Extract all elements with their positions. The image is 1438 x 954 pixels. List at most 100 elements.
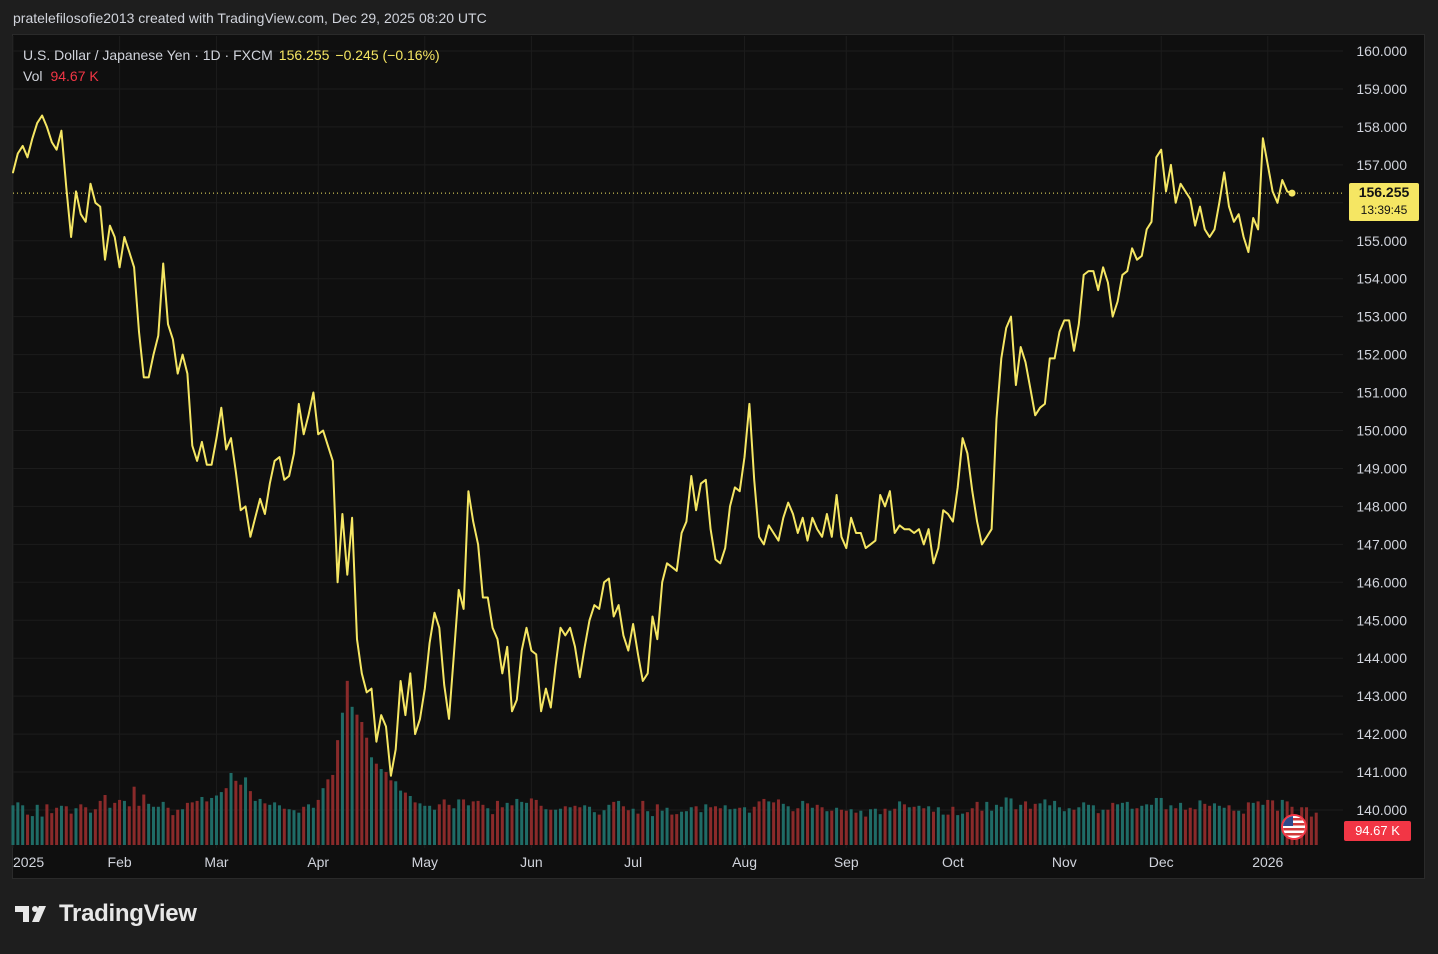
volume-bar — [985, 801, 989, 845]
y-tick-label: 160.000 — [1356, 43, 1407, 59]
volume-bar — [369, 757, 374, 845]
volume-bar — [1266, 799, 1270, 845]
volume-bar — [738, 807, 742, 845]
volume-bar — [1154, 797, 1158, 845]
volume-bar — [423, 805, 427, 845]
volume-bar — [93, 809, 97, 845]
volume-bar — [481, 804, 485, 845]
volume-bar — [936, 807, 940, 845]
volume-bar — [1169, 805, 1173, 845]
volume-bar — [718, 808, 722, 845]
y-tick-label: 158.000 — [1356, 119, 1407, 135]
volume-bar — [931, 811, 936, 845]
volume-bar — [713, 806, 717, 845]
volume-bar — [263, 803, 267, 845]
volume-bar — [1193, 809, 1197, 845]
volume-bar — [1145, 804, 1149, 845]
volume-bar — [74, 808, 78, 845]
volume-bar — [1246, 802, 1250, 845]
volume-bar — [302, 806, 306, 845]
volume-bar — [500, 807, 504, 845]
volume-bar — [1242, 813, 1246, 845]
volume-label[interactable]: Vol — [23, 68, 42, 84]
volume-bar — [626, 810, 630, 845]
volume-bar — [161, 801, 165, 845]
y-tick-label: 150.000 — [1356, 423, 1407, 439]
volume-bar — [176, 809, 180, 845]
volume-bar — [132, 786, 136, 845]
volume-bar — [990, 810, 994, 845]
price-chart[interactable]: 140.000 141.000 142.000 143.000 144.000 145.0… — [0, 0, 1438, 954]
volume-bar — [340, 712, 344, 845]
volume-bar — [873, 808, 877, 845]
volume-bar — [1053, 800, 1057, 845]
volume-bar — [219, 792, 223, 845]
x-tick-label: Jun — [520, 854, 543, 870]
us-flag-icon[interactable] — [1281, 814, 1307, 840]
x-tick-label: Jul — [624, 854, 642, 870]
volume-bar — [321, 788, 325, 845]
volume-bar — [515, 798, 519, 845]
volume-bar — [781, 803, 785, 845]
volume-bar — [1091, 805, 1095, 845]
volume-bar — [1087, 804, 1091, 845]
x-tick-label: Sep — [834, 854, 859, 870]
volume-bar — [229, 772, 233, 845]
volume-bar — [888, 810, 892, 845]
price-series-line — [12, 114, 1293, 777]
volume-bar — [1256, 801, 1260, 845]
volume-bar — [1271, 800, 1275, 845]
volume-bar — [835, 807, 839, 845]
volume-bar — [883, 808, 887, 845]
volume-bar — [558, 808, 562, 845]
volume-bar — [980, 810, 984, 845]
x-tick-label: Oct — [942, 854, 964, 870]
volume-bar — [573, 805, 577, 845]
volume-bar — [607, 804, 611, 845]
volume-bar — [142, 794, 146, 845]
volume-bar — [510, 805, 514, 845]
volume-bar — [1261, 804, 1265, 845]
volume-bar — [89, 812, 93, 845]
volume-bar — [200, 796, 204, 845]
volume-bar — [1101, 809, 1105, 845]
volume-bar — [394, 781, 398, 845]
volume-bar — [525, 802, 529, 845]
y-tick-label: 154.000 — [1356, 271, 1407, 287]
volume-bar — [563, 806, 567, 845]
volume-bar — [98, 800, 102, 845]
volume-bar — [549, 809, 553, 845]
tradingview-logo-text: TradingView — [59, 900, 197, 927]
volume-bar — [248, 791, 252, 845]
volume-bar — [956, 815, 960, 845]
x-tick-label: 2025 — [13, 854, 44, 870]
volume-bar — [1174, 808, 1178, 845]
volume-bar — [277, 805, 281, 845]
volume-bar — [336, 740, 340, 845]
volume-bar — [844, 810, 848, 845]
volume-bar — [951, 806, 955, 845]
volume-bar — [1038, 803, 1042, 845]
volume-bar — [1212, 803, 1216, 845]
volume-bar — [35, 804, 39, 845]
volume-bar — [878, 814, 882, 845]
symbol-description[interactable]: U.S. Dollar / Japanese Yen · 1D · FXCM — [23, 47, 273, 63]
volume-bar — [292, 810, 296, 845]
volume-bar — [534, 799, 538, 845]
volume-bar — [214, 795, 218, 845]
x-tick-label: May — [412, 854, 438, 870]
tradingview-logo[interactable]: TradingView — [15, 900, 197, 928]
volume-bar — [1130, 808, 1134, 845]
volume-bar — [1014, 809, 1018, 845]
volume-bar — [1082, 802, 1086, 845]
x-tick-label: Aug — [732, 854, 757, 870]
volume-bar — [902, 804, 906, 845]
volume-bar — [704, 804, 708, 845]
x-tick-label: 2026 — [1252, 854, 1283, 870]
volume-bar — [181, 809, 185, 845]
volume-bar — [660, 810, 664, 845]
y-tick-label: 147.000 — [1356, 536, 1407, 552]
volume-bar — [825, 811, 829, 845]
volume-bar — [898, 801, 902, 845]
volume-bar — [268, 804, 272, 845]
